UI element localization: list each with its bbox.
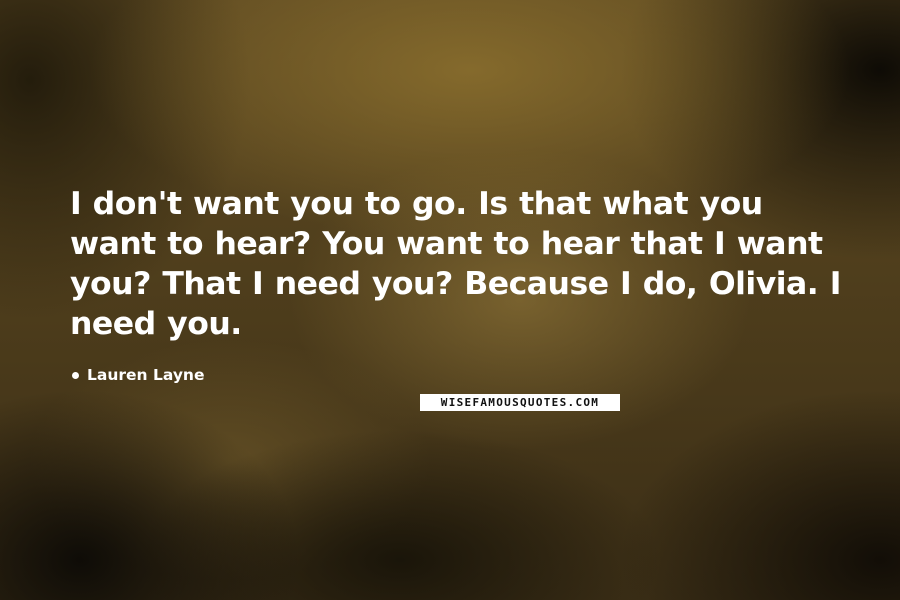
- site-watermark-logo: WISEFAMOUSQUOTES.COM: [420, 394, 620, 411]
- bullet-icon: [72, 371, 79, 379]
- author-name: Lauren Layne: [87, 366, 205, 384]
- quote-text: I don't want you to go. Is that what you…: [70, 186, 841, 342]
- author-attribution: Lauren Layne: [70, 364, 204, 386]
